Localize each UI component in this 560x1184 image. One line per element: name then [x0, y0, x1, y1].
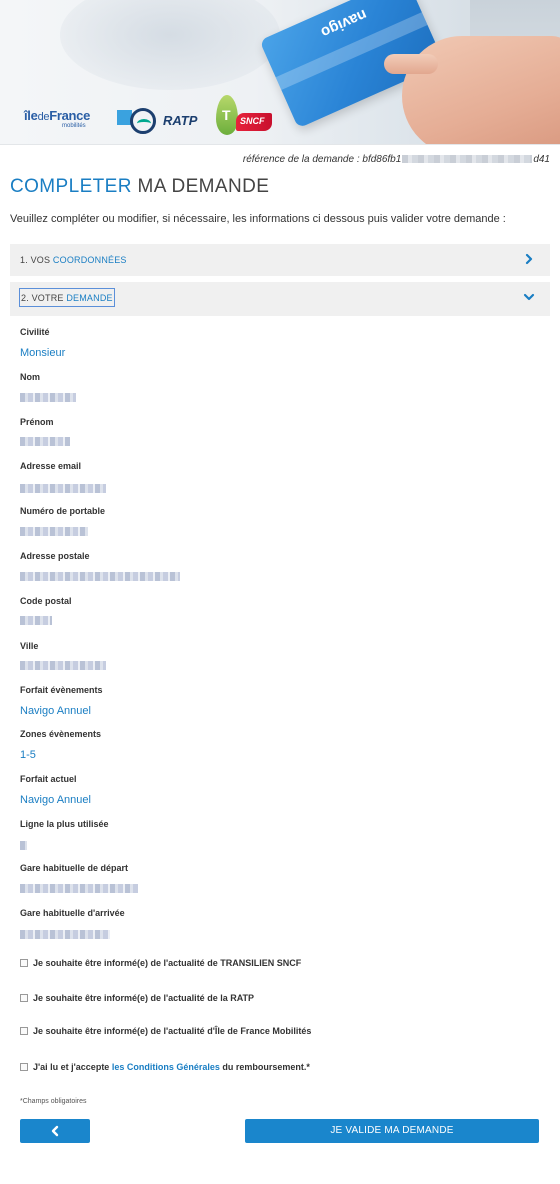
- logo-idf-ile: île: [24, 108, 38, 123]
- page-title-rest: MA DEMANDE: [131, 176, 270, 197]
- section-coordonnees-highlight: COORDONNÉES: [52, 255, 127, 265]
- section-demande-highlight: DEMANDE: [66, 293, 113, 303]
- back-button[interactable]: [20, 1119, 90, 1143]
- ratp-logo: RATP: [130, 108, 210, 134]
- logo-idf-de: de: [37, 111, 50, 123]
- finger-image: [384, 54, 438, 74]
- submit-button[interactable]: JE VALIDE MA DEMANDE: [245, 1119, 539, 1143]
- section-demande-label: 2. VOTRE DEMANDE: [19, 288, 115, 307]
- nom-label: Nom: [20, 372, 40, 382]
- terms-before: J'ai lu et j'accepte: [33, 1062, 112, 1072]
- checkbox-icon[interactable]: [20, 1063, 28, 1071]
- section-coordonnees-prefix: 1. VOS: [20, 255, 53, 265]
- logo-transilien-t: T: [222, 107, 231, 123]
- intro-text: Veuillez compléter ou modifier, si néces…: [10, 213, 506, 225]
- logo-sncf-text: SNCF: [240, 116, 265, 126]
- ratp-icon: [130, 108, 156, 134]
- checkbox-icon[interactable]: [20, 994, 28, 1002]
- zones-evenements-label: Zones évènements: [20, 729, 102, 739]
- transilien-leaf-icon: T: [216, 95, 238, 135]
- adresse-label: Adresse postale: [20, 551, 90, 561]
- page-title: COMPLETER MA DEMANDE: [10, 176, 269, 198]
- checkbox-transilien-label: Je souhaite être informé(e) de l'actuali…: [33, 958, 302, 968]
- reference-prefix: référence de la demande : bfd86fb1: [242, 154, 402, 165]
- checkbox-transilien[interactable]: Je souhaite être informé(e) de l'actuali…: [20, 958, 301, 968]
- nom-value-blurred: [20, 393, 76, 402]
- gare-arrivee-value-blurred: [20, 930, 110, 939]
- sncf-icon: SNCF: [236, 113, 272, 131]
- portable-value-blurred: [20, 527, 88, 536]
- forfait-evenements-value: Navigo Annuel: [20, 705, 91, 717]
- checkbox-icon[interactable]: [20, 959, 28, 967]
- forfait-evenements-label: Forfait évènements: [20, 685, 103, 695]
- logo-ratp-text: RATP: [163, 113, 198, 128]
- checkbox-ratp[interactable]: Je souhaite être informé(e) de l'actuali…: [20, 993, 254, 1003]
- request-reference: référence de la demande : bfd86fb1 d41: [0, 154, 550, 165]
- civilite-value: Monsieur: [20, 347, 66, 359]
- prenom-value-blurred: [20, 437, 70, 446]
- ville-label: Ville: [20, 641, 39, 651]
- terms-after: du remboursement.*: [219, 1062, 310, 1072]
- portable-label: Numéro de portable: [20, 506, 106, 516]
- terms-link[interactable]: les Conditions Générales: [112, 1062, 220, 1072]
- code-postal-label: Code postal: [20, 596, 72, 606]
- checkbox-icon[interactable]: [20, 1027, 28, 1035]
- hand-image: [384, 36, 560, 144]
- required-fields-note: *Champs obligatoires: [20, 1098, 87, 1105]
- card-text: navigo: [318, 5, 370, 41]
- transilien-sncf-logo: T SNCF: [216, 95, 272, 137]
- adresse-value-blurred: [20, 572, 180, 581]
- gare-arrivee-label: Gare habituelle d'arrivée: [20, 908, 125, 918]
- forfait-actuel-label: Forfait actuel: [20, 774, 77, 784]
- idf-mobilites-logo: îledeFrance mobilités: [24, 108, 132, 132]
- gare-depart-value-blurred: [20, 884, 138, 893]
- civilite-label: Civilité: [20, 327, 50, 337]
- ligne-value-blurred: [20, 841, 27, 850]
- zones-evenements-value: 1-5: [20, 749, 36, 761]
- email-label: Adresse email: [20, 461, 82, 471]
- prenom-label: Prénom: [20, 417, 54, 427]
- section-demande-prefix: 2. VOTRE: [21, 293, 67, 303]
- section-coordonnees[interactable]: 1. VOS COORDONNÉES: [10, 244, 550, 276]
- checkbox-idf-mobilites[interactable]: Je souhaite être informé(e) de l'actuali…: [20, 1026, 311, 1036]
- forfait-actuel-value: Navigo Annuel: [20, 794, 91, 806]
- logo-idf-sub: mobilités: [62, 123, 86, 129]
- checkbox-terms[interactable]: J'ai lu et j'accepte les Conditions Géné…: [20, 1062, 310, 1072]
- gare-depart-label: Gare habituelle de départ: [20, 863, 129, 873]
- reference-suffix: d41: [533, 154, 550, 165]
- checkbox-idf-label: Je souhaite être informé(e) de l'actuali…: [33, 1026, 312, 1036]
- checkbox-ratp-label: Je souhaite être informé(e) de l'actuali…: [33, 993, 255, 1003]
- chevron-left-icon: [51, 1125, 59, 1137]
- ville-value-blurred: [20, 661, 106, 670]
- section-coordonnees-label: 1. VOS COORDONNÉES: [20, 255, 127, 265]
- code-postal-value-blurred: [20, 616, 52, 625]
- header-banner: navigo îledeFrance mobilités RATP T SNCF: [0, 0, 560, 145]
- section-demande[interactable]: 2. VOTRE DEMANDE: [10, 282, 550, 316]
- banner-background-blur: [60, 0, 280, 90]
- reference-blurred: [402, 155, 533, 164]
- logo-idf-france: France: [49, 108, 91, 123]
- ligne-label: Ligne la plus utilisée: [20, 819, 109, 829]
- chevron-down-icon[interactable]: [522, 290, 536, 304]
- chevron-right-icon[interactable]: [522, 252, 536, 266]
- page-title-highlight: COMPLETER: [10, 176, 132, 197]
- email-value-blurred: [20, 484, 106, 493]
